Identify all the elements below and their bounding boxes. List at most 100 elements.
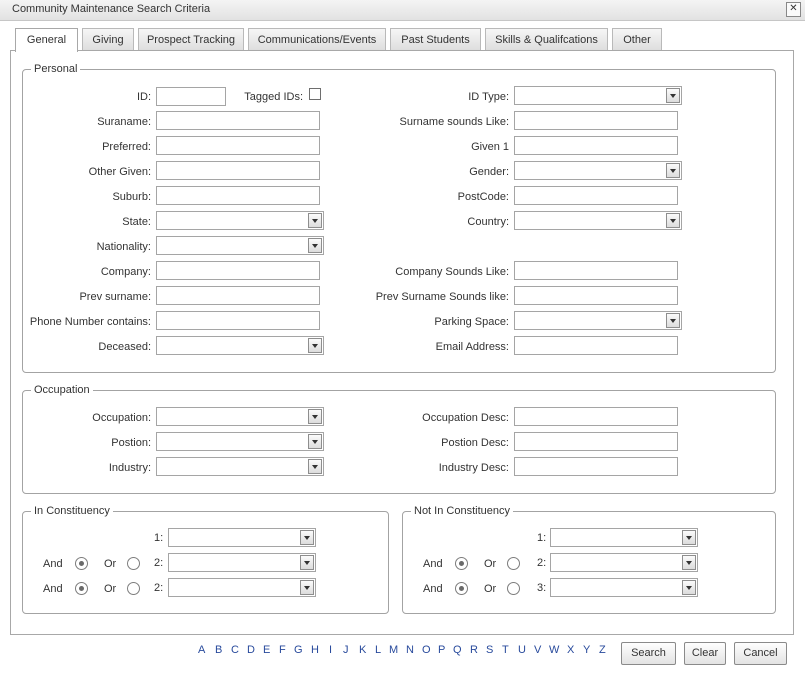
given1-input[interactable] xyxy=(514,136,678,155)
position-desc-label: Postion Desc: xyxy=(441,437,509,449)
prev-surname-input[interactable] xyxy=(156,286,320,305)
id-input[interactable] xyxy=(156,87,226,106)
alpha-link-k[interactable]: K xyxy=(359,644,366,656)
in-constituency-select-1[interactable] xyxy=(168,528,316,547)
alpha-link-z[interactable]: Z xyxy=(599,644,606,656)
not-in-row1-number: 1: xyxy=(537,532,547,544)
alpha-link-r[interactable]: R xyxy=(470,644,478,656)
in-row3-and-radio[interactable] xyxy=(75,582,88,595)
alpha-link-m[interactable]: M xyxy=(389,644,398,656)
chevron-down-icon[interactable] xyxy=(308,409,322,424)
other-given-input[interactable] xyxy=(156,161,320,180)
alpha-link-n[interactable]: N xyxy=(406,644,414,656)
prev-surname-sounds-input[interactable] xyxy=(514,286,678,305)
not-in-row2-number: 2: xyxy=(537,557,547,569)
alpha-link-g[interactable]: G xyxy=(294,644,303,656)
alpha-link-l[interactable]: L xyxy=(375,644,381,656)
not-in-row3-or-radio[interactable] xyxy=(507,582,520,595)
close-icon[interactable]: ✕ xyxy=(786,2,801,17)
alpha-link-o[interactable]: O xyxy=(422,644,431,656)
alpha-link-q[interactable]: Q xyxy=(453,644,462,656)
not-in-constituency-select-1[interactable] xyxy=(550,528,698,547)
tab-prospect-tracking[interactable]: Prospect Tracking xyxy=(138,28,244,50)
chevron-down-icon[interactable] xyxy=(300,530,314,545)
position-select[interactable] xyxy=(156,432,324,451)
chevron-down-icon[interactable] xyxy=(666,163,680,178)
tagged-ids-checkbox[interactable] xyxy=(309,88,321,100)
chevron-down-icon[interactable] xyxy=(666,213,680,228)
industry-select[interactable] xyxy=(156,457,324,476)
postcode-input[interactable] xyxy=(514,186,678,205)
clear-button[interactable]: Clear xyxy=(684,642,726,665)
alpha-link-y[interactable]: Y xyxy=(583,644,590,656)
deceased-select[interactable] xyxy=(156,336,324,355)
not-in-constituency-select-2[interactable] xyxy=(550,553,698,572)
alpha-link-v[interactable]: V xyxy=(534,644,541,656)
chevron-down-icon[interactable] xyxy=(666,88,680,103)
alpha-link-c[interactable]: C xyxy=(231,644,239,656)
alpha-link-p[interactable]: P xyxy=(438,644,445,656)
in-row2-and-radio[interactable] xyxy=(75,557,88,570)
id-type-select[interactable] xyxy=(514,86,682,105)
chevron-down-icon[interactable] xyxy=(666,313,680,328)
other-given-label: Other Given: xyxy=(88,166,151,178)
not-in-row3-and-radio[interactable] xyxy=(455,582,468,595)
chevron-down-icon[interactable] xyxy=(300,555,314,570)
company-sounds-input[interactable] xyxy=(514,261,678,280)
occupation-desc-input[interactable] xyxy=(514,407,678,426)
not-in-constituency-select-3[interactable] xyxy=(550,578,698,597)
alpha-link-w[interactable]: W xyxy=(549,644,559,656)
alpha-link-u[interactable]: U xyxy=(518,644,526,656)
tab-general[interactable]: General xyxy=(15,28,78,52)
alpha-link-b[interactable]: B xyxy=(215,644,222,656)
in-constituency-select-2[interactable] xyxy=(168,553,316,572)
not-in-row2-and-radio[interactable] xyxy=(455,557,468,570)
search-button[interactable]: Search xyxy=(621,642,676,665)
state-select[interactable] xyxy=(156,211,324,230)
alpha-link-t[interactable]: T xyxy=(502,644,509,656)
email-input[interactable] xyxy=(514,336,678,355)
preferred-input[interactable] xyxy=(156,136,320,155)
alpha-link-d[interactable]: D xyxy=(247,644,255,656)
not-in-row2-or-radio[interactable] xyxy=(507,557,520,570)
chevron-down-icon[interactable] xyxy=(308,459,322,474)
alpha-link-h[interactable]: H xyxy=(311,644,319,656)
in-row3-or-radio[interactable] xyxy=(127,582,140,595)
tab-skills-qualifications[interactable]: Skills & Qualifcations xyxy=(485,28,608,50)
cancel-button[interactable]: Cancel xyxy=(734,642,787,665)
in-constituency-select-3[interactable] xyxy=(168,578,316,597)
country-select[interactable] xyxy=(514,211,682,230)
chevron-down-icon[interactable] xyxy=(682,580,696,595)
chevron-down-icon[interactable] xyxy=(308,213,322,228)
company-input[interactable] xyxy=(156,261,320,280)
occupation-select[interactable] xyxy=(156,407,324,426)
chevron-down-icon[interactable] xyxy=(308,238,322,253)
chevron-down-icon[interactable] xyxy=(308,434,322,449)
nationality-label: Nationality: xyxy=(96,241,151,253)
alpha-link-s[interactable]: S xyxy=(486,644,493,656)
alpha-link-x[interactable]: X xyxy=(567,644,574,656)
alpha-link-e[interactable]: E xyxy=(263,644,270,656)
alpha-link-j[interactable]: J xyxy=(343,644,349,656)
suburb-input[interactable] xyxy=(156,186,320,205)
surname-sounds-input[interactable] xyxy=(514,111,678,130)
chevron-down-icon[interactable] xyxy=(300,580,314,595)
gender-select[interactable] xyxy=(514,161,682,180)
tab-past-students[interactable]: Past Students xyxy=(390,28,481,50)
nationality-select[interactable] xyxy=(156,236,324,255)
tab-communications-events[interactable]: Communications/Events xyxy=(248,28,386,50)
position-desc-input[interactable] xyxy=(514,432,678,451)
tab-other[interactable]: Other xyxy=(612,28,662,50)
chevron-down-icon[interactable] xyxy=(682,530,696,545)
surname-input[interactable] xyxy=(156,111,320,130)
alpha-link-f[interactable]: F xyxy=(279,644,286,656)
alpha-link-i[interactable]: I xyxy=(329,644,332,656)
parking-select[interactable] xyxy=(514,311,682,330)
chevron-down-icon[interactable] xyxy=(308,338,322,353)
alpha-link-a[interactable]: A xyxy=(198,644,205,656)
tab-giving[interactable]: Giving xyxy=(82,28,134,50)
in-row2-or-radio[interactable] xyxy=(127,557,140,570)
phone-input[interactable] xyxy=(156,311,320,330)
industry-desc-input[interactable] xyxy=(514,457,678,476)
chevron-down-icon[interactable] xyxy=(682,555,696,570)
